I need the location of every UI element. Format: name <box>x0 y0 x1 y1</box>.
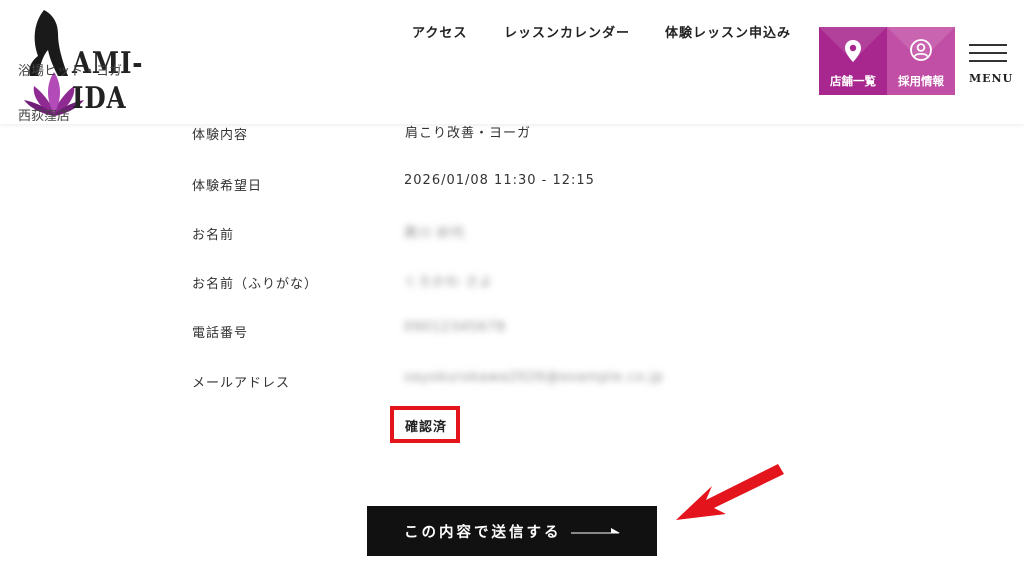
menu-label: MENU <box>969 72 1014 85</box>
nav-lesson-calendar[interactable]: レッスンカレンダー <box>504 22 630 41</box>
hamburger-menu-button[interactable]: MENU <box>966 40 1012 90</box>
row-label-phone: 電話番号 <box>192 326 249 341</box>
arrow-right-icon <box>571 528 620 534</box>
logo-tagline: 浴場ヒット・ヨガ <box>18 64 123 79</box>
row-label-lesson-content: 体験内容 <box>192 128 249 143</box>
row-value-preferred-date: 2026/01/08 11:30 - 12:15 <box>404 173 595 188</box>
store-list-label: 店舗一覧 <box>830 74 876 88</box>
hamburger-icon-bar <box>969 52 1007 54</box>
hamburger-icon <box>969 44 1007 46</box>
submit-button[interactable]: この内容で送信する <box>367 506 657 556</box>
row-label-email: メールアドレス <box>192 376 291 391</box>
row-label-preferred-date: 体験希望日 <box>192 179 263 194</box>
logo-wordmark: AMI-IDA <box>72 46 144 116</box>
logo-branch-name: 西荻窪店 <box>18 109 71 124</box>
recruit-label: 採用情報 <box>898 74 944 88</box>
nav-trial-lesson[interactable]: 体験レッスン申込み <box>665 22 791 41</box>
row-label-name: お名前 <box>192 228 235 243</box>
row-value-name: 黒川 紗代 <box>404 226 466 241</box>
submit-button-label: この内容で送信する <box>404 525 562 541</box>
user-circle-icon <box>910 39 932 61</box>
confirm-status-label: 確認済 <box>405 420 448 435</box>
recruit-button[interactable]: 採用情報 <box>887 27 955 95</box>
pointer-arrow-icon <box>676 464 784 520</box>
nav-access[interactable]: アクセス <box>412 22 467 41</box>
site-logo[interactable]: AMI-IDA 浴場ヒット・ヨガ 西荻窪店 <box>14 4 164 124</box>
row-label-name-kana: お名前（ふりがな） <box>192 277 319 292</box>
site-header: AMI-IDA 浴場ヒット・ヨガ 西荻窪店 アクセス レッスンカレンダー 体験レ… <box>0 0 1024 124</box>
store-list-button[interactable]: 店舗一覧 <box>819 27 887 95</box>
map-pin-icon <box>845 40 861 62</box>
row-value-phone: 09012345678 <box>404 320 506 335</box>
hamburger-icon-bar <box>969 60 1007 62</box>
row-value-lesson-content: 肩こり改善・ヨーガ <box>405 126 532 141</box>
row-value-name-kana: くろかわ さよ <box>404 275 494 290</box>
row-value-email: sayokurokawa2026@example.co.jp <box>404 370 664 385</box>
